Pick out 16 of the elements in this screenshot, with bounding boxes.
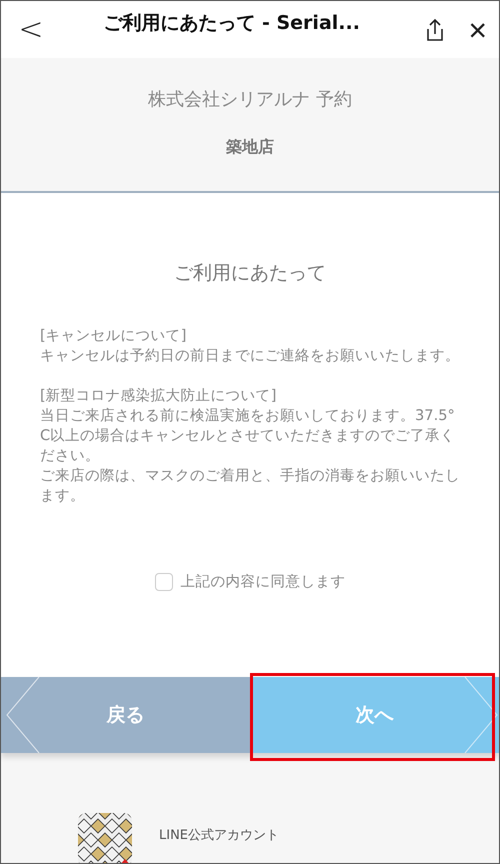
agree-label: 上記の内容に同意します [180, 572, 346, 591]
back-button[interactable]: < [13, 12, 49, 47]
notice-text: キャンセルは予約日の前日までにご連絡をお願いいたします。 [40, 346, 460, 366]
company-name: 株式会社シリアルナ 予約 [148, 88, 352, 111]
notice-text: 当日ご来店される前に検温実施をお願いしております。37.5°C以上の場合はキャンセルとさせていただきますのでご了承ください。 [40, 406, 456, 466]
notice-text: [キャンセルについて] [40, 326, 188, 346]
account-label: LINE公式アカウント [159, 827, 280, 844]
notice-text: [新型コロナ感染拡大防止について] [40, 386, 278, 406]
close-button[interactable]: × [468, 14, 487, 46]
chevron-icon [5, 677, 41, 753]
page-title: ご利用にあたって - Serial... [102, 10, 361, 36]
store-name: 築地店 [226, 137, 274, 158]
notice-text: ご来店の際は、マスクのご着用と、手指の消毒をお願いいたします。 [40, 466, 460, 506]
chevron-icon [463, 677, 499, 753]
agree-checkbox[interactable] [154, 572, 172, 590]
section-heading: ご利用にあたって [174, 261, 326, 286]
